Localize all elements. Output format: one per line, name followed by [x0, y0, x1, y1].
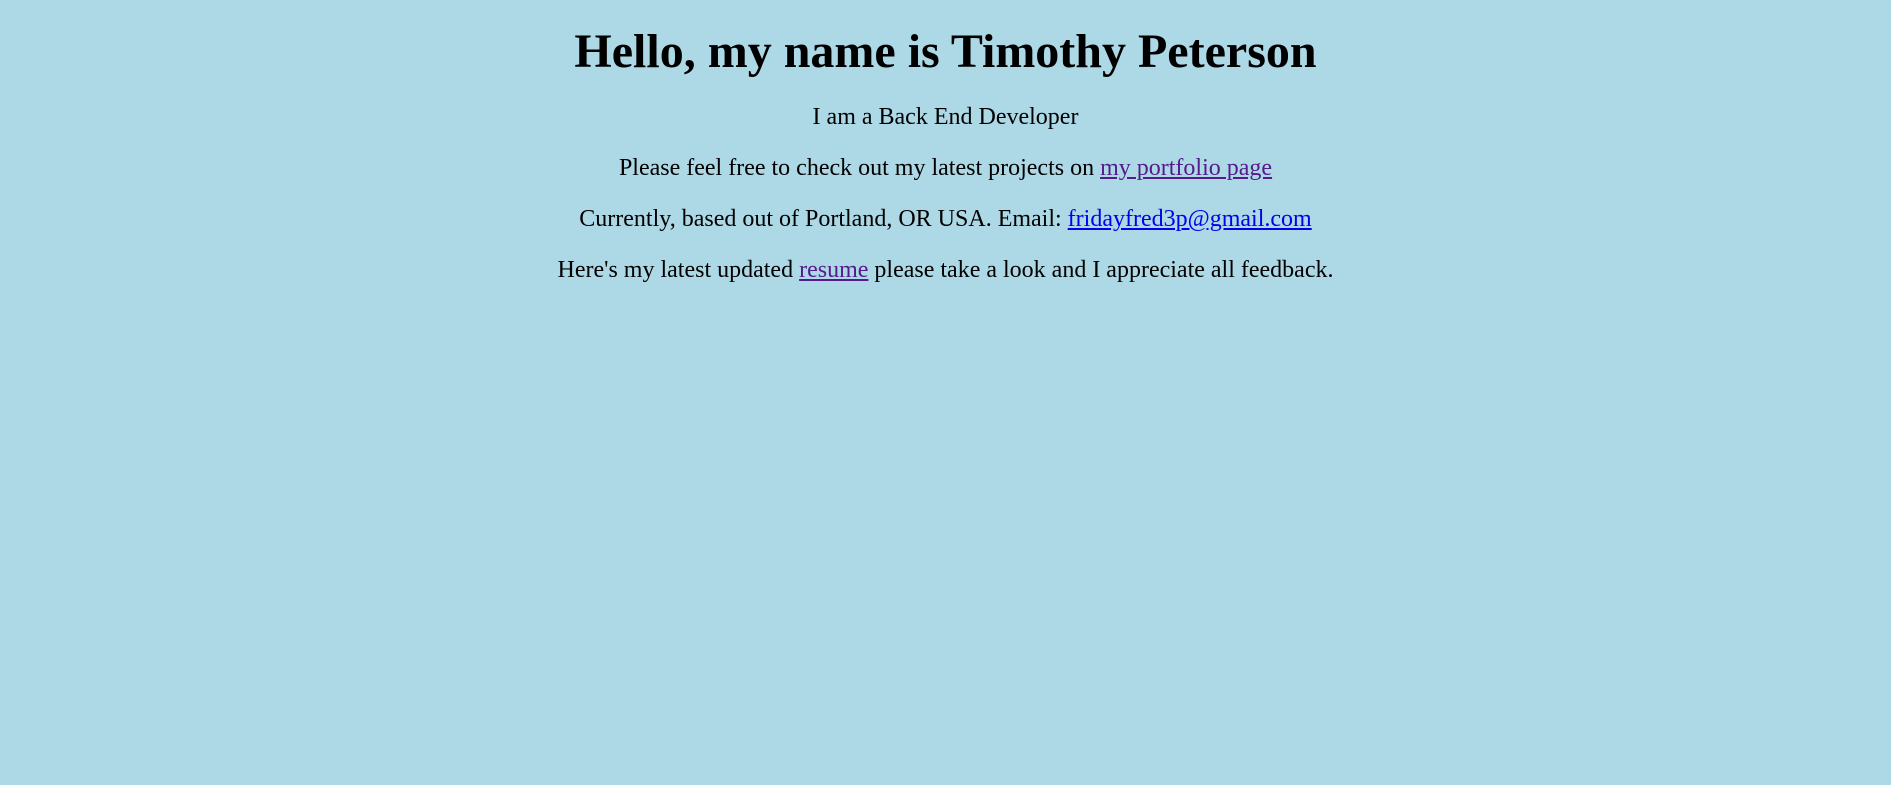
resume-link[interactable]: resume [799, 257, 868, 283]
resume-paragraph: Here's my latest updated resume please t… [0, 257, 1891, 283]
page-title: Hello, my name is Timothy Peterson [574, 25, 1317, 78]
portfolio-link[interactable]: my portfolio page [1100, 155, 1272, 181]
portfolio-prefix-text: Please feel free to check out my latest … [618, 155, 1101, 181]
portfolio-paragraph: Please feel free to check out my latest … [0, 155, 1891, 181]
email-link[interactable]: fridayfred3p@gmail.com [1068, 206, 1312, 232]
role-text: I am a Back End Developer [812, 104, 1079, 130]
location-prefix-text: Currently, based out of Portland, OR USA… [579, 206, 1068, 232]
location-paragraph: Currently, based out of Portland, OR USA… [0, 206, 1891, 232]
resume-prefix-text: Here's my latest updated [557, 257, 800, 283]
resume-suffix-text: please take a look and I appreciate all … [868, 257, 1334, 283]
page: Hello, my name is Timothy Peterson I am … [0, 0, 1891, 785]
